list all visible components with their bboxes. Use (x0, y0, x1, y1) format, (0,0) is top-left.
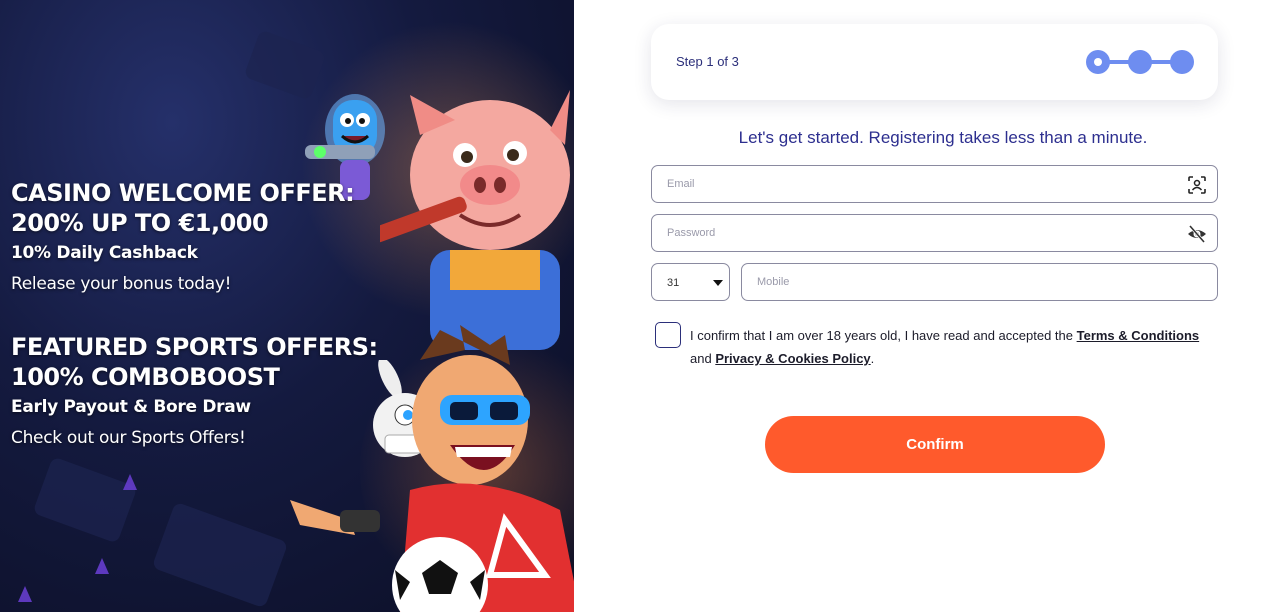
sports-offer-title: FEATURED SPORTS OFFERS: (11, 333, 378, 361)
step-label: Step 1 of 3 (676, 54, 739, 69)
crystal-icon (123, 474, 137, 490)
age-terms-checkbox[interactable] (655, 322, 681, 348)
form-intro: Let's get started. Registering takes les… (738, 128, 1148, 147)
casino-offer-title: CASINO WELCOME OFFER: (11, 179, 355, 207)
background-rock (151, 501, 289, 609)
consent-text-part: and (690, 351, 716, 366)
crystal-icon (95, 558, 109, 574)
step-progress (1086, 49, 1194, 75)
step-indicator-card: Step 1 of 3 (651, 24, 1218, 100)
email-field-wrapper (651, 165, 1218, 203)
casino-offer-subtitle: 10% Daily Cashback (11, 243, 198, 263)
sports-offer-subtitle: Early Payout & Bore Draw (11, 397, 251, 417)
promo-panel: CASINO WELCOME OFFER: 200% UP TO €1,000 … (0, 0, 574, 612)
casino-offer-body: Release your bonus today! (11, 274, 232, 294)
consent-text-part: . (870, 351, 875, 366)
face-scan-icon[interactable] (1187, 175, 1207, 195)
consent-text-part: I confirm that I am over 18 years old, I… (690, 328, 1077, 343)
country-code-value: 31 (667, 277, 680, 289)
crystal-icon (18, 586, 32, 602)
country-code-select[interactable]: 31 (651, 263, 730, 301)
step-dot-1 (1086, 50, 1110, 74)
terms-link[interactable]: Terms & Conditions (1077, 328, 1200, 343)
password-field[interactable] (667, 215, 1119, 251)
privacy-link[interactable]: Privacy & Cookies Policy (715, 351, 870, 366)
step-dot-2 (1128, 50, 1152, 74)
mobile-field-wrapper (741, 263, 1218, 301)
pig-character-art (380, 90, 570, 350)
casino-offer-block: CASINO WELCOME OFFER: 200% UP TO €1,000 … (11, 178, 355, 300)
mobile-field[interactable] (757, 264, 1137, 300)
casino-offer-amount: 200% UP TO €1,000 (11, 209, 269, 237)
eye-off-icon[interactable] (1187, 224, 1207, 244)
consent-text: I confirm that I am over 18 years old, I… (690, 324, 1230, 370)
confirm-button[interactable]: Confirm (765, 416, 1105, 473)
sports-offer-body: Check out our Sports Offers! (11, 428, 246, 448)
sports-offer-amount: 100% COMBOBOOST (11, 363, 280, 391)
email-field[interactable] (667, 166, 1119, 202)
password-field-wrapper (651, 214, 1218, 252)
registration-page: CASINO WELCOME OFFER: 200% UP TO €1,000 … (0, 0, 1280, 612)
caret-down-icon (713, 280, 723, 286)
sports-offer-block: FEATURED SPORTS OFFERS: 100% COMBOBOOST … (11, 332, 378, 454)
step-dot-3 (1170, 50, 1194, 74)
background-rock (32, 456, 138, 544)
